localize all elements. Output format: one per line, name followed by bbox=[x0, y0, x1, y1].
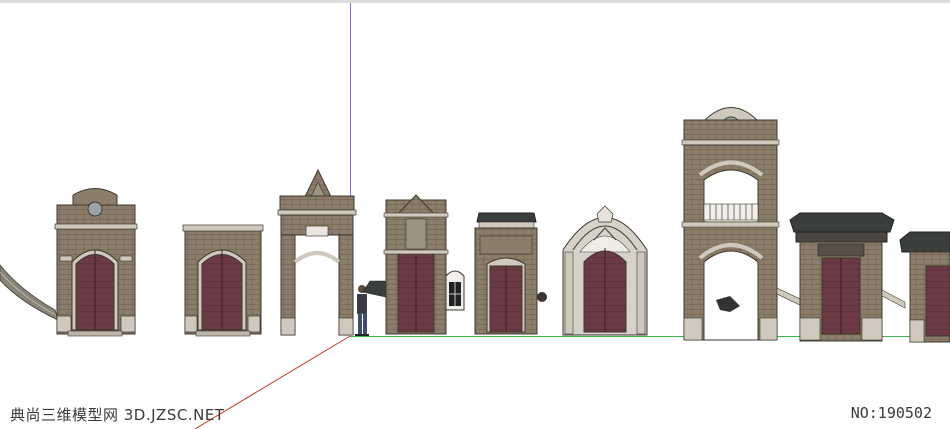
gate-8 bbox=[789, 212, 906, 342]
gate-7 bbox=[681, 107, 803, 341]
gate-4 bbox=[383, 194, 465, 335]
gate-6 bbox=[562, 205, 648, 336]
stair-rail bbox=[0, 264, 59, 321]
gate-9 bbox=[899, 231, 950, 343]
watermark-right-text: NO:190502 bbox=[850, 404, 932, 422]
gate-5 bbox=[474, 212, 547, 335]
model-viewport[interactable]: 典尚三维模型网 3D.JZSC.NET NO:190502 bbox=[0, 0, 950, 429]
scene-drawing bbox=[0, 107, 950, 429]
watermark-left-text: 典尚三维模型网 3D.JZSC.NET bbox=[10, 406, 225, 424]
gate-1 bbox=[54, 188, 138, 337]
gate-2 bbox=[182, 224, 264, 337]
gate-3 bbox=[277, 168, 357, 336]
